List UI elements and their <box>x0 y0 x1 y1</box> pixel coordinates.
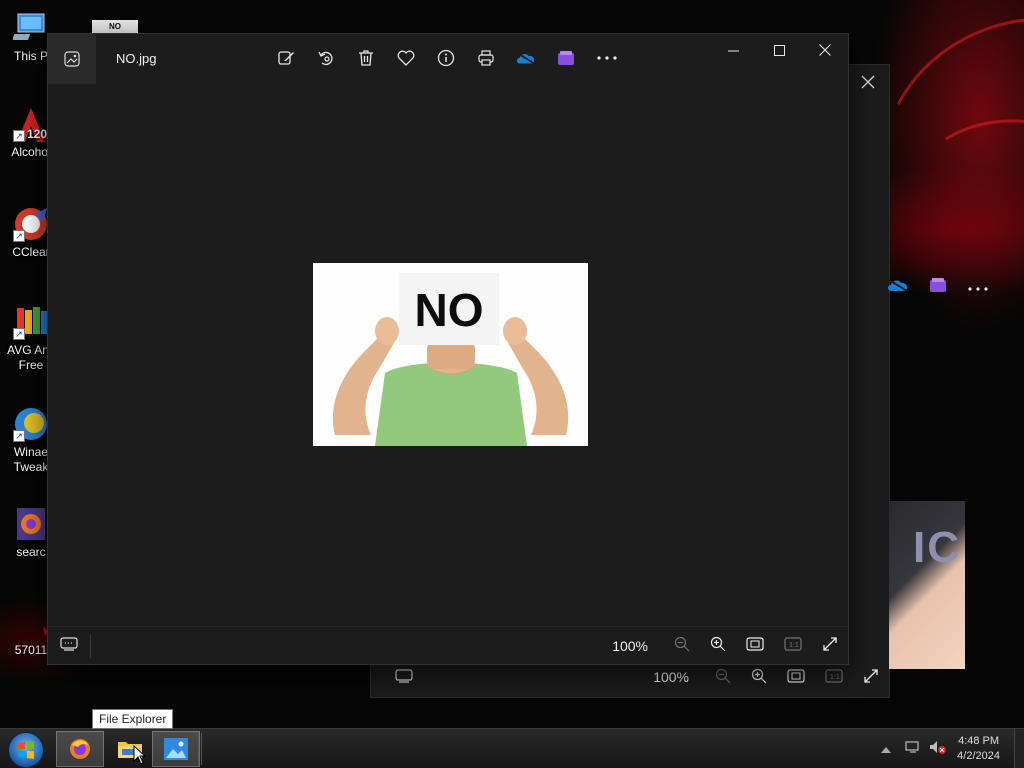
onedrive-icon[interactable] <box>887 278 909 297</box>
photos-icon <box>164 738 188 760</box>
mouse-cursor-icon <box>133 744 147 768</box>
bottom-bar: 100% 1:1 <box>48 626 848 664</box>
trash-icon <box>359 50 373 66</box>
firefox-icon <box>70 739 90 759</box>
taskbar-separator <box>198 733 202 765</box>
ellipsis-icon[interactable] <box>967 279 989 297</box>
title-bar[interactable]: NO.jpg <box>48 34 848 84</box>
actual-size-icon[interactable]: 1:1 <box>825 668 843 686</box>
background-toolbar <box>887 277 989 298</box>
shortcut-arrow-icon: ↗ <box>13 130 25 142</box>
printer-icon <box>478 50 494 66</box>
svg-text:1:1: 1:1 <box>789 642 799 649</box>
window-controls <box>710 34 848 66</box>
zoom-controls: 100% 1:1 <box>612 627 838 665</box>
rotate-icon <box>318 51 333 66</box>
alcohol-120-icon: 120 ↗ <box>13 106 49 142</box>
photos-app-icon <box>48 34 96 84</box>
fit-to-window-icon[interactable] <box>787 668 805 686</box>
delete-button[interactable] <box>356 47 376 69</box>
close-button[interactable] <box>802 34 848 66</box>
shortcut-arrow-icon: ↗ <box>13 230 25 242</box>
desktop-file-thumbnail[interactable]: NO <box>92 20 138 34</box>
full-screen-icon <box>823 636 837 651</box>
edit-image-button[interactable] <box>276 47 296 69</box>
fit-to-window-icon <box>746 636 764 651</box>
maximize-icon <box>773 44 785 56</box>
photos-icon <box>64 51 80 67</box>
actual-size-icon: 1:1 <box>784 636 802 651</box>
volume-muted-icon[interactable] <box>929 740 947 759</box>
zoom-in-icon <box>710 636 726 651</box>
rotate-button[interactable] <box>316 47 336 69</box>
actual-size-button[interactable]: 1:1 <box>784 636 802 656</box>
minimize-icon <box>727 50 739 51</box>
background-photo: IC <box>889 501 965 669</box>
info-icon <box>437 49 455 67</box>
zoom-in-icon[interactable] <box>751 668 767 687</box>
filmstrip-icon[interactable] <box>395 669 413 686</box>
print-button[interactable] <box>476 47 496 69</box>
bottom-bar-divider <box>90 634 91 658</box>
filmstrip-icon <box>60 637 78 651</box>
shortcut-arrow-icon: ↗ <box>13 328 25 340</box>
windows-logo-icon <box>18 741 34 759</box>
close-icon <box>819 44 831 56</box>
background-photo-text: IC <box>913 523 961 572</box>
file-info-button[interactable] <box>436 47 456 69</box>
show-desktop-button[interactable] <box>1014 729 1024 768</box>
taskbar-firefox[interactable] <box>56 731 104 767</box>
heart-icon <box>397 50 415 66</box>
start-button[interactable] <box>8 732 44 768</box>
clipchamp-icon[interactable] <box>929 277 947 298</box>
edit-icon <box>278 51 294 65</box>
favorite-button[interactable] <box>396 47 416 69</box>
zoom-in-button[interactable] <box>710 636 726 657</box>
clipchamp-button[interactable] <box>556 47 576 69</box>
image-canvas[interactable]: NO <box>48 84 848 628</box>
fit-to-window-button[interactable] <box>746 636 764 656</box>
full-screen-button[interactable] <box>822 636 838 657</box>
computer-icon <box>12 10 49 46</box>
background-zoom-level: 100% <box>653 669 689 685</box>
taskbar-file-explorer[interactable] <box>106 731 154 767</box>
zoom-out-icon[interactable] <box>715 668 731 687</box>
taskbar-photos[interactable] <box>152 731 200 767</box>
svg-text:1:1: 1:1 <box>830 674 840 681</box>
firefox-search-icon <box>13 506 49 542</box>
chevron-up-icon[interactable] <box>881 740 892 758</box>
minimize-button[interactable] <box>710 34 756 66</box>
photos-window[interactable]: NO.jpg NO 100% 1:1 <box>47 33 849 665</box>
clipchamp-icon <box>558 51 574 65</box>
onedrive-button[interactable] <box>516 47 536 69</box>
ccleaner-icon: ↗ <box>13 206 49 242</box>
maximize-button[interactable] <box>756 34 802 66</box>
sign-text: NO <box>414 284 484 336</box>
background-close-button[interactable] <box>861 73 875 94</box>
tooltip: File Explorer <box>92 709 174 729</box>
clock-time: 4:48 PM <box>958 735 1000 747</box>
full-screen-icon[interactable] <box>863 668 879 687</box>
shortcut-arrow-icon: ↗ <box>13 430 25 442</box>
svg-text:120: 120 <box>27 127 47 141</box>
ellipsis-icon <box>597 56 617 60</box>
clock-date: 4/2/2024 <box>957 750 1000 762</box>
clock[interactable]: 4:48 PM 4/2/2024 <box>957 734 1000 764</box>
close-icon <box>861 75 875 89</box>
onedrive-icon <box>516 52 535 65</box>
filmstrip-button[interactable] <box>60 636 78 657</box>
displayed-photo: NO <box>313 263 588 446</box>
zoom-out-button[interactable] <box>674 636 690 657</box>
file-name: NO.jpg <box>116 51 157 66</box>
photo-toolbar <box>276 47 618 69</box>
network-icon[interactable] <box>905 740 921 759</box>
zoom-level[interactable]: 100% <box>612 638 648 654</box>
winaero-tweaker-icon: ↗ <box>13 406 49 442</box>
avg-antivirus-icon: ↗ <box>13 304 49 340</box>
zoom-out-icon <box>674 636 690 651</box>
file-icon <box>13 622 49 640</box>
system-tray: 4:48 PM 4/2/2024 <box>881 729 1024 768</box>
taskbar: 4:48 PM 4/2/2024 <box>0 728 1024 768</box>
more-button[interactable] <box>596 47 618 69</box>
